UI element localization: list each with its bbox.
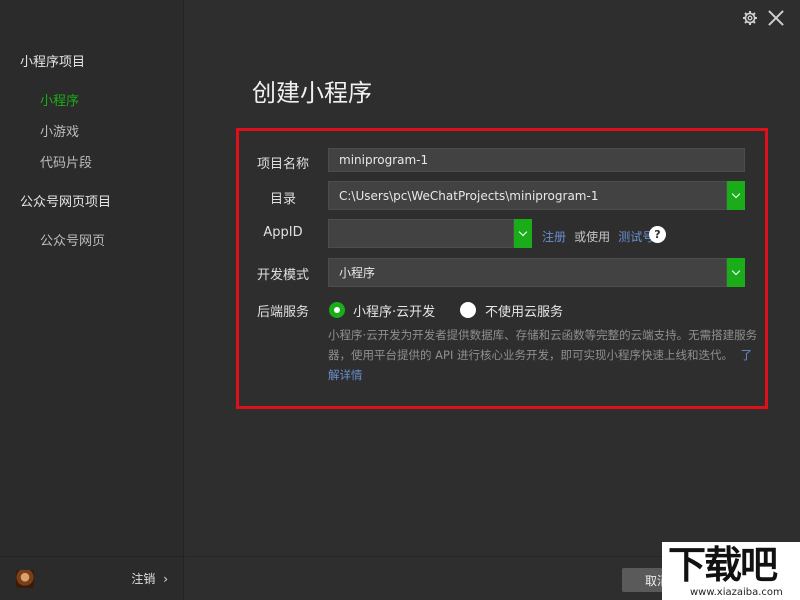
sidebar-group-webpage: 公众号网页项目 <box>20 195 112 210</box>
sidebar: 小程序项目 小程序 小游戏 代码片段 公众号网页项目 公众号网页 注销 › <box>0 0 184 600</box>
dev-mode-select[interactable]: 小程序 <box>328 258 727 287</box>
appid-label: AppID <box>263 225 303 240</box>
appid-links: 注册 或使用 测试号 <box>542 226 654 245</box>
sidebar-item-miniprogram[interactable]: 小程序 <box>40 90 79 109</box>
create-project-form: 项目名称 miniprogram-1 目录 C:\Users\pc\WeChat… <box>236 128 768 409</box>
watermark-logo: 下载吧 <box>668 542 778 587</box>
dev-mode-dropdown-button[interactable] <box>727 258 745 287</box>
appid-dropdown-button[interactable] <box>514 219 532 248</box>
help-icon[interactable]: ? <box>649 226 666 243</box>
chevron-down-icon <box>731 266 741 276</box>
backend-label: 后端服务 <box>256 305 309 320</box>
radio-no-cloud[interactable] <box>460 302 476 318</box>
backend-description-text: 小程序·云开发为开发者提供数据库、存储和云函数等完整的云端支持。无需搭建服务器，… <box>328 328 758 362</box>
directory-dropdown-button[interactable] <box>727 181 745 210</box>
radio-cloud-dev[interactable] <box>329 302 345 318</box>
page-title: 创建小程序 <box>252 79 372 107</box>
backend-description: 小程序·云开发为开发者提供数据库、存储和云函数等完整的云端支持。无需搭建服务器，… <box>328 325 758 385</box>
avatar[interactable] <box>16 570 34 588</box>
sidebar-item-code-snippet[interactable]: 代码片段 <box>40 152 92 171</box>
project-name-label: 项目名称 <box>256 157 309 172</box>
chevron-down-icon <box>518 227 528 237</box>
or-use-text: 或使用 <box>574 230 611 244</box>
directory-label: 目录 <box>269 192 296 207</box>
close-icon[interactable] <box>766 8 786 28</box>
radio-no-cloud-label[interactable]: 不使用云服务 <box>485 301 563 320</box>
gear-icon[interactable] <box>742 10 758 26</box>
chevron-right-icon: › <box>163 572 168 586</box>
watermark-url: www.xiazaiba.com <box>690 587 783 598</box>
directory-input[interactable]: C:\Users\pc\WeChatProjects\miniprogram-1 <box>328 181 727 210</box>
logout-label: 注销 <box>131 572 156 586</box>
register-link[interactable]: 注册 <box>542 230 566 244</box>
main-panel: 创建小程序 项目名称 miniprogram-1 目录 C:\Users\pc\… <box>185 0 800 600</box>
sidebar-group-miniprogram: 小程序项目 <box>20 55 86 70</box>
sidebar-footer: 注销 › <box>0 556 184 600</box>
dev-mode-label: 开发模式 <box>256 268 309 283</box>
project-name-input[interactable]: miniprogram-1 <box>328 148 745 172</box>
radio-cloud-dev-label[interactable]: 小程序·云开发 <box>353 301 435 320</box>
chevron-down-icon <box>731 189 741 199</box>
appid-input[interactable] <box>328 219 514 248</box>
sidebar-item-official-webpage[interactable]: 公众号网页 <box>40 230 105 249</box>
logout-button[interactable]: 注销 › <box>131 570 168 587</box>
watermark: 下载吧 www.xiazaiba.com <box>662 542 800 600</box>
sidebar-item-minigame[interactable]: 小游戏 <box>40 121 79 140</box>
